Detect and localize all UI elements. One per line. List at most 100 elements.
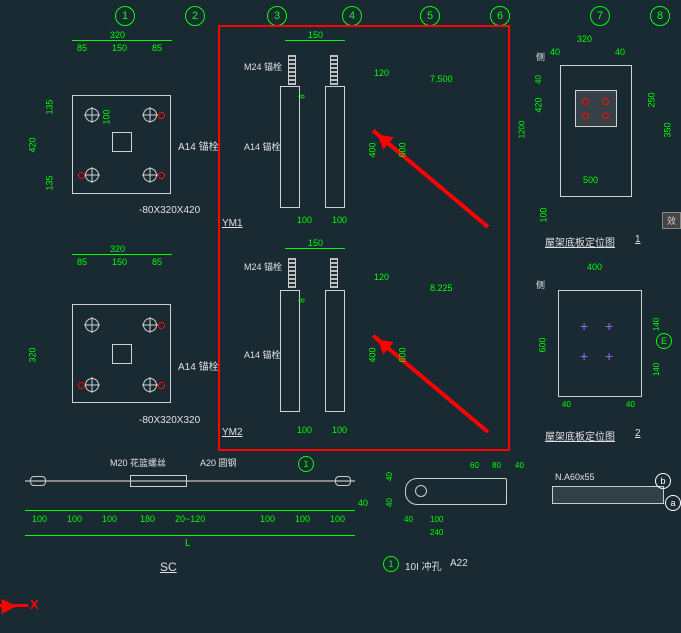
bolt-hole bbox=[85, 168, 99, 182]
grid-bubble-3: 3 bbox=[267, 6, 287, 26]
grid-bubble-7: 7 bbox=[590, 6, 610, 26]
ym1-level: 7.500 bbox=[430, 74, 453, 84]
dim: 60 bbox=[470, 461, 479, 470]
clevis-l bbox=[30, 476, 46, 486]
plan2-tag: 侧 bbox=[536, 278, 545, 291]
dim: 150 bbox=[308, 30, 323, 40]
plus-icon: + bbox=[605, 318, 613, 334]
dim: 100 bbox=[102, 514, 117, 524]
dim: 320 bbox=[577, 34, 592, 44]
cad-canvas[interactable]: 1 2 3 4 5 6 7 8 320 85 150 85 135 420 13… bbox=[0, 0, 681, 633]
dim: 600 bbox=[398, 347, 408, 362]
sc-bolt: M20 花篮螺丝 bbox=[110, 456, 166, 469]
bolt-dot bbox=[602, 98, 609, 105]
dim: 40 bbox=[358, 498, 368, 508]
dim: 85 bbox=[152, 257, 162, 267]
dim: 320 bbox=[28, 347, 38, 362]
dim: 500 bbox=[583, 175, 598, 185]
bolt-hole bbox=[143, 108, 157, 122]
dim: 120 bbox=[374, 272, 389, 282]
dim: 100 bbox=[332, 425, 347, 435]
dim-line bbox=[72, 40, 172, 41]
plate-a-tag: -80X320X420 bbox=[139, 205, 200, 216]
dim: 350 bbox=[663, 122, 673, 137]
sc-rod: A20 圆钢 bbox=[200, 456, 237, 469]
dim: 320 bbox=[110, 244, 125, 254]
corner-tag: N.A60x55 bbox=[555, 472, 595, 482]
dim: 85 bbox=[77, 257, 87, 267]
anchor-dot bbox=[158, 112, 165, 119]
plate-b-tag: -80X320X320 bbox=[139, 415, 200, 426]
bolt-hole bbox=[85, 318, 99, 332]
dim: 100 bbox=[297, 215, 312, 225]
dim: 240 bbox=[430, 528, 443, 537]
dim: 400 bbox=[368, 142, 378, 157]
dim: 40 bbox=[515, 461, 524, 470]
side-tab[interactable]: 效 bbox=[662, 212, 681, 229]
dim: 40 bbox=[550, 47, 560, 57]
ym1-bolt: M24 锚栓 bbox=[244, 60, 282, 73]
bolt-hole bbox=[143, 168, 157, 182]
dim-line bbox=[25, 510, 355, 511]
sc-ref: 1 bbox=[298, 456, 314, 472]
dim: 420 bbox=[28, 137, 38, 152]
grid-bubble-4: 4 bbox=[342, 6, 362, 26]
corner-bar bbox=[552, 486, 664, 504]
sc-L: L bbox=[185, 538, 191, 549]
dim: 250 bbox=[647, 92, 657, 107]
dim: 85 bbox=[77, 43, 87, 53]
ucs-x-label: X bbox=[30, 597, 39, 612]
mark-e: E bbox=[656, 333, 672, 349]
dim: 140 bbox=[652, 363, 661, 376]
dim: 40 bbox=[562, 400, 571, 409]
corner-b: b bbox=[655, 473, 671, 489]
plan1-tag: 侧 bbox=[536, 50, 545, 63]
ym1-anchor: A14 锚栓 bbox=[244, 140, 281, 153]
dim: 100 bbox=[539, 207, 549, 222]
ym2-title: YM2 bbox=[222, 427, 243, 438]
ym1-channel-r bbox=[325, 86, 345, 208]
dim: 8 bbox=[298, 298, 307, 302]
bolt-hole bbox=[143, 318, 157, 332]
bolt-hole bbox=[85, 108, 99, 122]
anchor-rod bbox=[330, 55, 338, 85]
ym1-channel-l bbox=[280, 86, 300, 208]
plate-b-center bbox=[112, 344, 132, 364]
dim-line bbox=[25, 535, 355, 536]
dim: 80 bbox=[492, 461, 501, 470]
dim-line bbox=[285, 40, 345, 41]
dim: 150 bbox=[112, 43, 127, 53]
grid-bubble-2: 2 bbox=[185, 6, 205, 26]
bolt-dot bbox=[582, 112, 589, 119]
dim: 400 bbox=[368, 347, 378, 362]
plus-icon: + bbox=[580, 348, 588, 364]
anchor-rod bbox=[288, 55, 296, 85]
dim: 135 bbox=[45, 175, 55, 190]
plan1-title: 屋架底板定位图 bbox=[545, 234, 615, 249]
plan2-title: 屋架底板定位图 bbox=[545, 428, 615, 443]
ym2-anchor: A14 锚栓 bbox=[244, 348, 281, 361]
dim: 100 bbox=[260, 514, 275, 524]
plus-icon: + bbox=[605, 348, 613, 364]
anchor-dot bbox=[78, 172, 85, 179]
plate-b-anno: A14 锚栓 bbox=[178, 358, 219, 373]
anchor-dot bbox=[158, 172, 165, 179]
dim: 100 bbox=[32, 514, 47, 524]
dim: 85 bbox=[152, 43, 162, 53]
grid-bubble-8: 8 bbox=[650, 6, 670, 26]
ucs-axis bbox=[0, 604, 28, 607]
detail-ref: 1 bbox=[383, 556, 399, 572]
anchor-dot bbox=[158, 382, 165, 389]
plan2-num: 2 bbox=[635, 428, 641, 439]
anchor-dot bbox=[78, 382, 85, 389]
dim: 100 bbox=[332, 215, 347, 225]
dim: 120 bbox=[374, 68, 389, 78]
detail-title: 10I 冲孔 bbox=[405, 558, 442, 573]
dim: 135 bbox=[45, 99, 55, 114]
dim: 100 bbox=[67, 514, 82, 524]
selection-rect bbox=[218, 25, 510, 451]
dim-line bbox=[72, 254, 172, 255]
dim: 180 bbox=[140, 514, 155, 524]
plus-icon: + bbox=[580, 318, 588, 334]
dim: 140 bbox=[652, 318, 661, 331]
